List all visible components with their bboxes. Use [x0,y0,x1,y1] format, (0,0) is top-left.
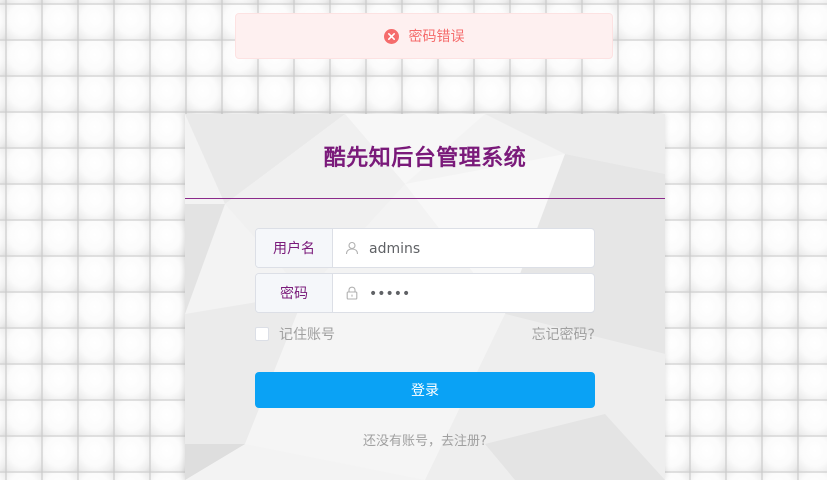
password-field[interactable]: 密码 [255,273,595,313]
username-field[interactable]: 用户名 [255,228,595,268]
login-button[interactable]: 登录 [255,372,595,408]
forgot-password-link[interactable]: 忘记密码? [532,324,595,344]
password-input[interactable] [359,274,594,312]
toast-message: 密码错误 [408,29,465,45]
page-title: 酷先知后台管理系统 [323,146,527,171]
remember-checkbox[interactable] [255,327,269,341]
register-link[interactable]: 还没有账号，去注册? [185,430,665,449]
lock-icon [333,274,359,312]
close-circle-icon [383,28,399,44]
login-card: 酷先知后台管理系统 用户名 密码 记住账号 忘记密码? 登录 还没有账号，去注册… [185,114,665,480]
remember-label: 记住账号 [279,327,335,343]
username-input[interactable] [359,229,594,267]
username-label: 用户名 [256,229,333,267]
error-toast: 密码错误 [235,13,613,59]
title-divider [185,198,665,199]
password-label: 密码 [256,274,333,312]
remember-account[interactable]: 记住账号 [255,324,335,344]
user-icon [333,229,359,267]
